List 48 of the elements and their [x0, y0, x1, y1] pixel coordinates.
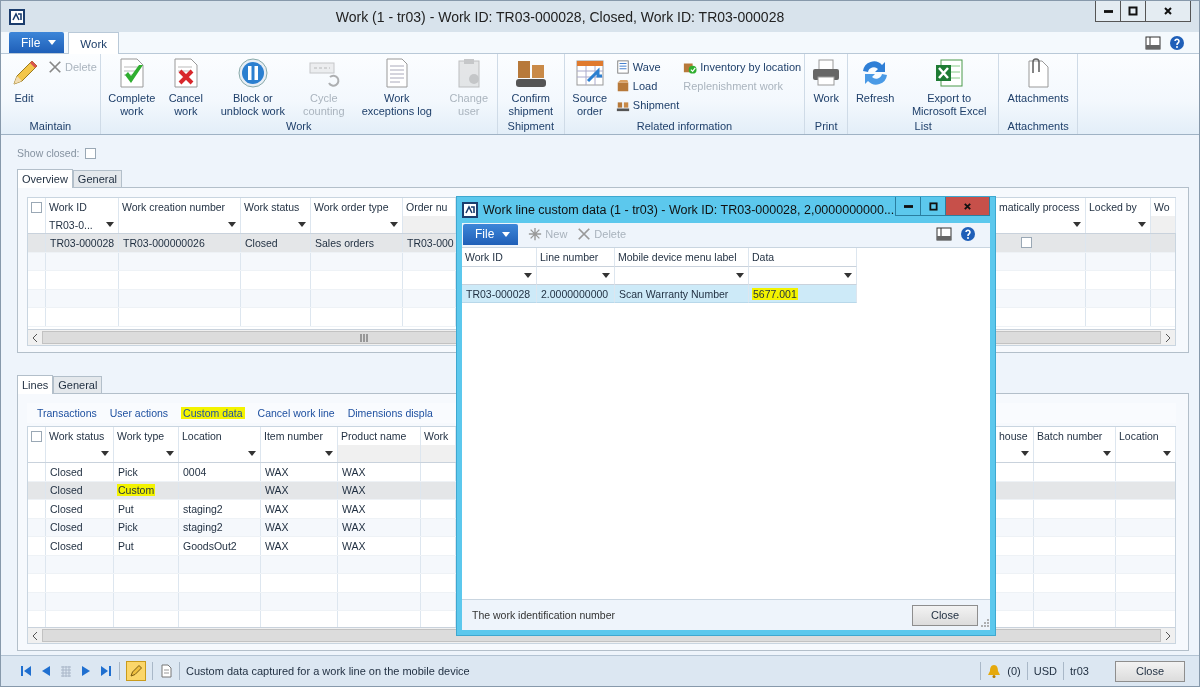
table-cell: Pick: [117, 521, 139, 534]
table-cell: WAX: [341, 539, 367, 552]
table-cell: 0004: [182, 465, 208, 478]
table-cell: 5677.001: [752, 287, 798, 300]
table-cell: WAX: [341, 465, 367, 478]
table-cell: TR03-000000026: [122, 236, 206, 249]
group-label: Work: [285, 119, 313, 134]
table-cell: WAX: [264, 521, 290, 534]
group-label: List: [913, 119, 933, 134]
table-cell: WAX: [341, 502, 367, 515]
table-cell: WAX: [264, 484, 290, 497]
group-label: Print: [813, 119, 839, 134]
field-label: Show closed:: [17, 147, 80, 159]
currency-label: USD: [1033, 665, 1058, 677]
table-cell: WAX: [341, 521, 367, 534]
status-message: Custom data captured for a work line on the mobile device: [186, 665, 471, 677]
table-cell: WAX: [264, 539, 290, 552]
notification-count: (0): [1007, 665, 1021, 677]
table-cell: Sales orders: [314, 236, 375, 249]
table-cell: Pick: [117, 465, 139, 478]
table-cell: WAX: [264, 502, 290, 515]
window-title: Work (1 - tr03) - Work ID: TR03-000028, Closed, Work ID: TR03-000028: [334, 8, 786, 25]
company-label: tr03: [1070, 665, 1089, 677]
group-label: Shipment: [506, 119, 556, 134]
table-cell: Custom: [117, 484, 156, 497]
table-cell: Put: [117, 502, 135, 515]
table-cell: Closed: [49, 465, 84, 478]
dialog-title: Work line custom data (1 - tr03) - Work ID: TR03-000028, 2,0000000000...: [483, 203, 896, 217]
table-cell: Put: [117, 539, 135, 552]
table-cell: GoodsOut2: [182, 539, 238, 552]
table-cell: Closed: [49, 484, 84, 497]
help-text: The work identification number: [472, 609, 616, 621]
group-label: Attachments: [1006, 119, 1070, 134]
table-cell: TR03-000028: [49, 236, 116, 249]
table-cell: 2.0000000000: [540, 287, 610, 300]
table-cell: WAX: [341, 484, 367, 497]
table-cell: staging2: [182, 521, 224, 534]
table-cell: Closed: [49, 521, 84, 534]
table-cell: TR03-000: [406, 236, 455, 249]
table-cell: Closed: [49, 539, 84, 552]
table-cell: staging2: [182, 502, 224, 515]
table-cell: Scan Warranty Number: [618, 287, 730, 300]
group-label: Related information: [635, 119, 734, 134]
table-cell: WAX: [264, 465, 290, 478]
table-cell: Closed: [244, 236, 279, 249]
table-cell: Closed: [49, 502, 84, 515]
table-cell: TR03-000028: [465, 287, 532, 300]
group-label: Maintain: [28, 119, 73, 134]
